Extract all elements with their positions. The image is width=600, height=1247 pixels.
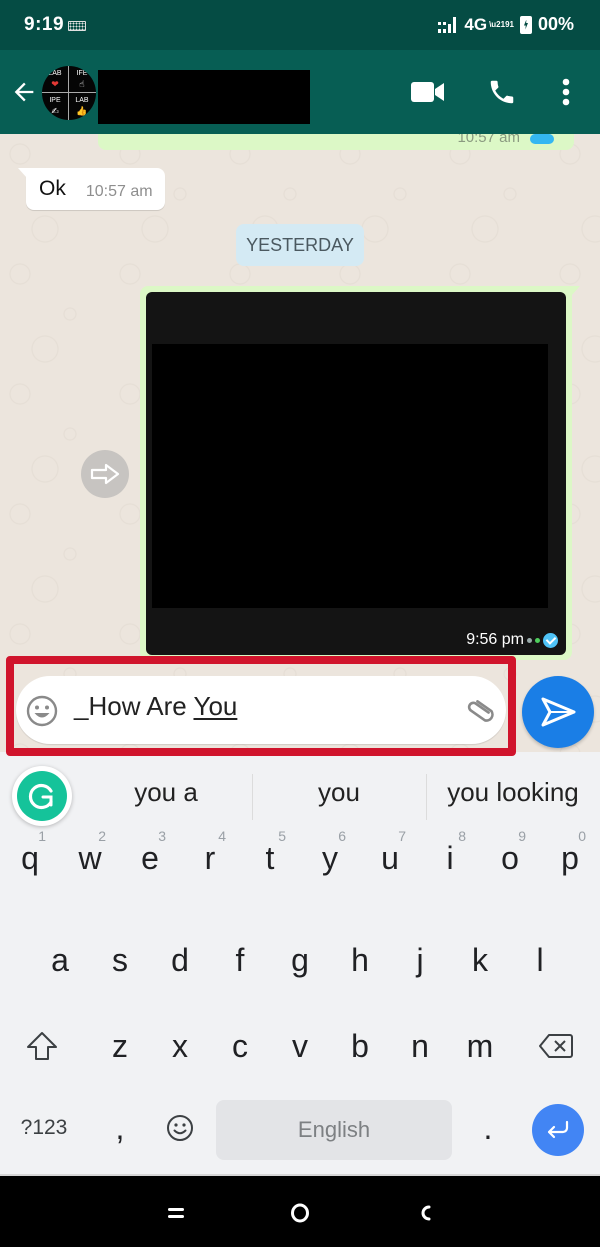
message-text: Ok (39, 177, 66, 200)
home-icon (291, 1203, 309, 1223)
suggestion-item[interactable]: you looking (430, 770, 596, 814)
system-nav-bar (0, 1174, 600, 1247)
key-s[interactable]: s (90, 924, 150, 996)
avatar-tile: LAB ❤ (48, 70, 62, 89)
video-call-button[interactable] (408, 72, 448, 112)
key-n[interactable]: n (390, 1010, 450, 1082)
key-l[interactable]: l (510, 924, 570, 996)
status-time: 9:19 (24, 14, 65, 35)
forward-arrow-icon (90, 463, 120, 485)
status-dot (535, 637, 540, 643)
status-indicators: 4G \u2191 00% (438, 14, 574, 35)
key-g[interactable]: g (270, 924, 330, 996)
image-content (152, 344, 548, 608)
space-key[interactable]: English (216, 1100, 452, 1160)
enter-icon (547, 1120, 569, 1139)
key-j[interactable]: j (390, 924, 450, 996)
network-sub: \u2191 (489, 20, 514, 29)
message-time: 10:57 am (457, 134, 520, 146)
suggestion-bar: you a you you looking (0, 752, 600, 832)
key-e[interactable]: e3 (120, 822, 180, 894)
key-d[interactable]: d (150, 924, 210, 996)
contact-name-redacted[interactable] (98, 70, 310, 124)
home-button[interactable] (280, 1198, 320, 1228)
suggestion-divider (426, 774, 427, 820)
shift-key[interactable] (12, 1010, 72, 1082)
keyboard-icon (68, 21, 86, 31)
key-i[interactable]: i8 (420, 822, 480, 894)
emoji-key[interactable] (150, 1092, 210, 1164)
period-key[interactable]: . (458, 1092, 518, 1164)
message-time: 10:57 am (85, 183, 153, 200)
key-t[interactable]: t5 (240, 822, 300, 894)
message-meta: 9:56 pm (466, 631, 558, 649)
comma-key[interactable]: , (90, 1092, 150, 1164)
composer-highlight-box (6, 656, 516, 756)
key-y[interactable]: y6 (300, 822, 360, 894)
key-m[interactable]: m (450, 1010, 510, 1082)
avatar[interactable]: LAB ❤ IFE ☝ IPE ✍ LAB 👍 (42, 66, 96, 120)
smiley-icon (167, 1115, 193, 1141)
key-w[interactable]: w2 (60, 822, 120, 894)
video-call-icon (411, 82, 444, 102)
grammarly-button[interactable] (12, 766, 72, 826)
status-bar: 9:19 4G \u2191 00% (0, 0, 600, 50)
signal-icon (438, 16, 458, 33)
key-h[interactable]: h (330, 924, 390, 996)
outgoing-image-message[interactable]: 9:56 pm (140, 286, 580, 660)
suggestion-item[interactable]: you a (86, 770, 246, 814)
enter-key[interactable] (532, 1104, 584, 1156)
chat-header: LAB ❤ IFE ☝ IPE ✍ LAB 👍 (0, 50, 600, 134)
backspace-icon (539, 1034, 573, 1058)
key-c[interactable]: c (210, 1010, 270, 1082)
avatar-tile: IFE ☝ (76, 70, 88, 89)
date-separator: YESTERDAY (236, 224, 364, 266)
recents-button[interactable] (156, 1198, 196, 1228)
voice-call-button[interactable] (482, 72, 522, 112)
battery-level: 00% (537, 14, 574, 34)
key-u[interactable]: u7 (360, 822, 420, 894)
arrow-left-icon[interactable] (10, 78, 38, 106)
message-time: 9:56 pm (466, 631, 524, 648)
key-a[interactable]: a (30, 924, 90, 996)
voice-call-icon (490, 80, 514, 104)
key-f[interactable]: f (210, 924, 270, 996)
incoming-message[interactable]: Ok 10:57 am (18, 168, 165, 210)
key-v[interactable]: v (270, 1010, 330, 1082)
key-k[interactable]: k (450, 924, 510, 996)
symbols-key[interactable]: ?123 (14, 1092, 74, 1164)
back-icon (421, 1205, 431, 1221)
key-q[interactable]: q1 (0, 822, 60, 894)
key-x[interactable]: x (150, 1010, 210, 1082)
key-z[interactable]: z (90, 1010, 150, 1082)
send-icon (541, 697, 576, 727)
network-type: 4G (464, 14, 488, 34)
outgoing-message-partial[interactable]: 10:57 am (98, 134, 574, 150)
key-b[interactable]: b (330, 1010, 390, 1082)
recents-icon (168, 1208, 184, 1218)
forward-button[interactable] (81, 450, 129, 498)
image-preview[interactable]: 9:56 pm (146, 292, 566, 655)
backspace-key[interactable] (526, 1010, 586, 1082)
shift-icon (27, 1032, 57, 1060)
grammarly-icon (28, 783, 53, 810)
avatar-tile: LAB 👍 (75, 97, 89, 116)
back-button[interactable] (405, 1198, 445, 1228)
key-o[interactable]: o9 (480, 822, 540, 894)
key-r[interactable]: r4 (180, 822, 240, 894)
more-options-button[interactable] (546, 72, 586, 112)
status-dot (527, 637, 532, 643)
avatar-tile: IPE ✍ (49, 97, 61, 116)
suggestion-divider (252, 774, 253, 820)
suggestion-item[interactable]: you (256, 770, 422, 814)
soft-keyboard: you a you you looking q1 w2 e3 r4 t5 y6 … (0, 752, 600, 1174)
read-receipt-icon (543, 632, 558, 648)
send-button[interactable] (522, 676, 594, 748)
battery-charging-icon (519, 15, 532, 34)
more-vert-icon (562, 78, 570, 106)
read-receipt-icon (530, 134, 554, 144)
key-p[interactable]: p0 (540, 822, 600, 894)
